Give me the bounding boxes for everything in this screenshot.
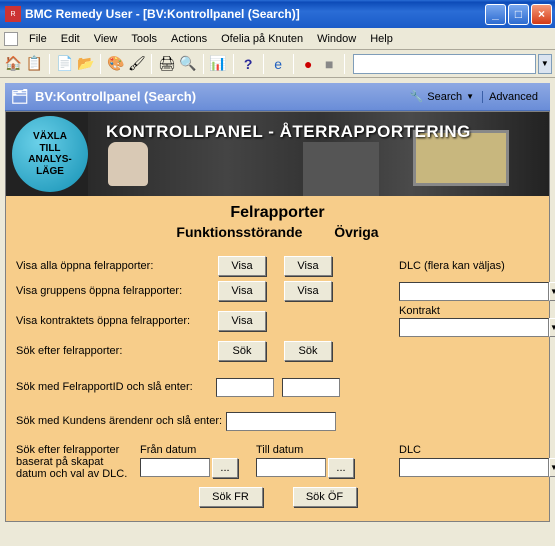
till-datum-input[interactable] <box>256 458 326 477</box>
menubar: File Edit View Tools Actions Ofelia på K… <box>0 28 555 50</box>
clipboard-icon[interactable]: 📋 <box>25 53 44 75</box>
circle-line: VÄXLA <box>33 131 67 143</box>
dlc-bottom-combo[interactable] <box>399 458 549 477</box>
heading-funktionsstorande: Funktionsstörande <box>176 224 302 240</box>
close-button[interactable]: × <box>531 4 552 25</box>
label-alla: Visa alla öppna felrapporter: <box>16 260 216 272</box>
felrapportid-input-1[interactable] <box>216 378 274 397</box>
label-fid: Sök med FelrapportID och slå enter: <box>16 381 216 393</box>
visa-grupp-ov-button[interactable]: Visa <box>284 281 332 301</box>
new-icon[interactable]: 📄 <box>55 53 74 75</box>
headings: Felrapporter Funktionsstörande Övriga <box>6 196 549 240</box>
search-button[interactable]: 🔧 Search ▼ <box>406 90 478 103</box>
search-label: Search <box>427 91 462 103</box>
window-title: BMC Remedy User - [BV:Kontrollpanel (Sea… <box>25 7 483 21</box>
window-titlebar: R BMC Remedy User - [BV:Kontrollpanel (S… <box>0 0 555 28</box>
stop-icon[interactable]: ■ <box>320 53 339 75</box>
circle-line: LÄGE <box>36 166 64 178</box>
minimize-button[interactable]: _ <box>485 4 506 25</box>
menu-file[interactable]: File <box>22 33 54 45</box>
label-kontrakt: Kontrakt <box>399 305 539 317</box>
label-kund: Sök med Kundens ärendenr och slå enter: <box>16 415 226 427</box>
mdi-icon[interactable] <box>4 32 18 46</box>
menu-view[interactable]: View <box>87 33 125 45</box>
paint-icon[interactable]: 🎨 <box>106 53 125 75</box>
felrapportid-input-2[interactable] <box>282 378 340 397</box>
label-range: Sök efter felrapporter baserat på skapat… <box>16 444 134 480</box>
label-kontrakt-open: Visa kontraktets öppna felrapporter: <box>16 315 216 327</box>
toolbar: 🏠 📋 📄 📂 🎨 🖌 🖨 🔍 📊 ? e ● ■ ▼ <box>0 50 555 78</box>
toolbar-combo[interactable] <box>353 54 536 74</box>
sok-fr-button[interactable]: Sök FR <box>199 487 263 507</box>
help-icon[interactable]: ? <box>239 53 258 75</box>
label-grupp: Visa gruppens öppna felrapporter: <box>16 285 216 297</box>
banner: VÄXLA TILL ANALYS- LÄGE KONTROLLPANEL - … <box>6 112 549 196</box>
chevron-down-icon: ▼ <box>466 92 474 101</box>
circle-line: TILL <box>39 143 60 155</box>
label-sok: Sök efter felrapporter: <box>16 345 216 357</box>
till-datum-picker[interactable]: ... <box>328 458 354 478</box>
form-icon: 🗂 <box>11 88 29 106</box>
menu-help[interactable]: Help <box>363 33 400 45</box>
heading-felrapporter: Felrapporter <box>6 204 549 222</box>
app-icon: R <box>5 6 21 22</box>
kund-arendenr-input[interactable] <box>226 412 336 431</box>
fran-datum-picker[interactable]: ... <box>212 458 238 478</box>
sok-fs-button[interactable]: Sök <box>218 341 266 361</box>
dlc-combo-drop[interactable]: ▼ <box>549 282 555 301</box>
ie-icon[interactable]: e <box>269 53 288 75</box>
form-header: 🗂 BV:Kontrollpanel (Search) 🔧 Search ▼ A… <box>5 83 550 111</box>
banner-title: KONTROLLPANEL - ÅTERRAPPORTERING <box>106 122 539 142</box>
label-fran: Från datum <box>140 444 238 456</box>
dlc-bottom-combo-drop[interactable]: ▼ <box>549 458 555 477</box>
menu-window[interactable]: Window <box>310 33 363 45</box>
open-icon[interactable]: 📂 <box>76 53 95 75</box>
menu-tools[interactable]: Tools <box>124 33 164 45</box>
main-panel: VÄXLA TILL ANALYS- LÄGE KONTROLLPANEL - … <box>5 111 550 522</box>
search-icon: 🔧 <box>410 90 424 103</box>
kontrakt-combo[interactable] <box>399 318 549 337</box>
visa-alla-fs-button[interactable]: Visa <box>218 256 266 276</box>
label-dlc2: DLC <box>399 444 539 456</box>
maximize-button[interactable]: □ <box>508 4 529 25</box>
sok-of-button[interactable]: Sök ÖF <box>293 487 357 507</box>
advanced-link[interactable]: Advanced <box>482 91 544 103</box>
visa-alla-ov-button[interactable]: Visa <box>284 256 332 276</box>
circle-line: ANALYS- <box>28 154 72 166</box>
kontrakt-combo-drop[interactable]: ▼ <box>549 318 555 337</box>
mode-switch-circle[interactable]: VÄXLA TILL ANALYS- LÄGE <box>12 116 88 192</box>
preview-icon[interactable]: 🔍 <box>178 53 197 75</box>
menu-ofelia[interactable]: Ofelia på Knuten <box>214 33 310 45</box>
report-icon[interactable]: 📊 <box>209 53 228 75</box>
fran-datum-input[interactable] <box>140 458 210 477</box>
brush-icon[interactable]: 🖌 <box>127 53 146 75</box>
record-icon[interactable]: ● <box>299 53 318 75</box>
print-icon[interactable]: 🖨 <box>157 53 176 75</box>
heading-ovriga: Övriga <box>334 224 378 240</box>
sok-ov-button[interactable]: Sök <box>284 341 332 361</box>
dlc-combo[interactable] <box>399 282 549 301</box>
menu-actions[interactable]: Actions <box>164 33 214 45</box>
toolbar-combo-drop[interactable]: ▼ <box>538 54 552 74</box>
menu-edit[interactable]: Edit <box>54 33 87 45</box>
home-icon[interactable]: 🏠 <box>4 53 23 75</box>
label-dlc: DLC (flera kan väljas) <box>399 260 539 272</box>
form-title: BV:Kontrollpanel (Search) <box>35 89 196 104</box>
visa-kontrakt-button[interactable]: Visa <box>218 311 266 331</box>
visa-grupp-fs-button[interactable]: Visa <box>218 281 266 301</box>
label-till: Till datum <box>256 444 354 456</box>
